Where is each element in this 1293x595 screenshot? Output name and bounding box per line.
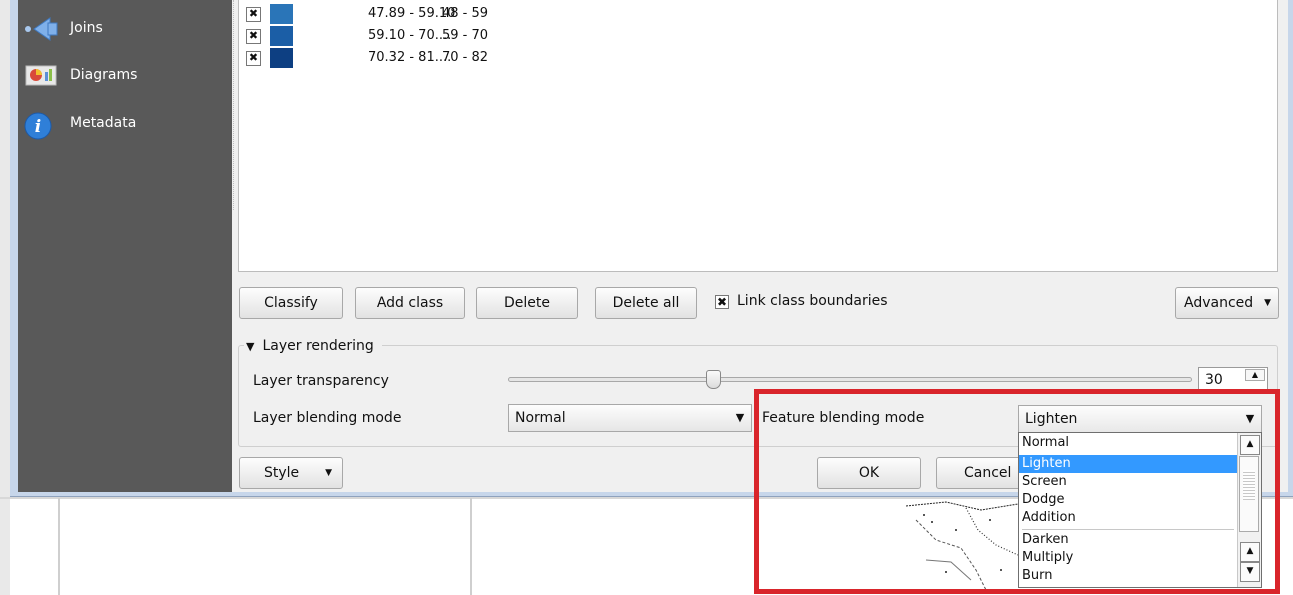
link-class-boundaries-checkbox[interactable]: ✖ [715, 295, 729, 309]
splitter-handle[interactable] [233, 0, 237, 210]
group-title-label: Layer rendering [262, 338, 374, 354]
panel-divider [58, 498, 60, 595]
dropdown-arrow-icon: ▼ [1264, 298, 1271, 308]
classify-button[interactable]: Classify [239, 287, 343, 319]
class-visibility-checkbox[interactable]: ✖ [246, 29, 261, 44]
layer-blending-value: Normal [515, 410, 566, 426]
sidebar-item-diagrams[interactable]: Diagrams [24, 60, 224, 94]
style-button[interactable]: Style ▼ [239, 457, 343, 489]
class-visibility-checkbox[interactable]: ✖ [246, 51, 261, 66]
sidebar-item-joins[interactable]: Joins [24, 13, 224, 47]
sidebar-item-label: Diagrams [70, 67, 138, 83]
collapse-triangle-icon: ▼ [246, 340, 255, 353]
dropdown-arrow-icon: ▼ [325, 468, 332, 478]
delete-button[interactable]: Delete [476, 287, 578, 319]
highlight-annotation-box [754, 389, 1280, 594]
diagrams-icon [24, 63, 58, 89]
link-class-boundaries-label: Link class boundaries [737, 293, 888, 309]
map-canvas-edge [0, 0, 10, 595]
spin-up-icon[interactable]: ▲ [1245, 369, 1265, 381]
add-class-button[interactable]: Add class [355, 287, 465, 319]
class-value-range: 70.32 - 81.... [368, 50, 452, 65]
class-color-swatch[interactable] [270, 26, 293, 46]
svg-text:i: i [35, 117, 41, 137]
transparency-slider[interactable] [508, 377, 1192, 382]
class-legend-label: 48 - 59 [442, 6, 489, 21]
delete-all-button[interactable]: Delete all [595, 287, 697, 319]
layer-rendering-header[interactable]: ▼ Layer rendering [244, 338, 382, 356]
layer-blending-label: Layer blending mode [253, 410, 402, 426]
class-color-swatch[interactable] [270, 4, 293, 24]
class-value-range: 59.10 - 70.... [368, 28, 452, 43]
class-row[interactable]: ✖ 70.32 - 81.... 70 - 82 [246, 48, 546, 68]
panel-divider [470, 498, 472, 595]
class-row[interactable]: ✖ 47.89 - 59.10 48 - 59 [246, 4, 546, 24]
transparency-value: 30 [1205, 372, 1223, 388]
layer-transparency-label: Layer transparency [253, 373, 389, 389]
joins-arrow-icon [24, 16, 58, 42]
sidebar-item-label: Metadata [70, 115, 137, 131]
info-icon: i [24, 111, 58, 140]
advanced-button[interactable]: Advanced ▼ [1175, 287, 1279, 319]
sidebar-item-label: Joins [70, 20, 103, 36]
class-color-swatch[interactable] [270, 48, 293, 68]
transparency-spinbox[interactable]: 30 ▲ [1198, 367, 1268, 391]
dropdown-arrow-icon: ▼ [735, 411, 745, 424]
class-visibility-checkbox[interactable]: ✖ [246, 7, 261, 22]
class-legend-label: 59 - 70 [442, 28, 489, 43]
class-legend-label: 70 - 82 [442, 50, 489, 65]
transparency-slider-handle[interactable] [706, 370, 721, 389]
class-row[interactable]: ✖ 59.10 - 70.... 59 - 70 [246, 26, 546, 46]
sidebar-item-metadata[interactable]: i Metadata [24, 108, 224, 142]
advanced-label: Advanced [1184, 295, 1254, 311]
layer-blending-combo[interactable]: Normal ▼ [508, 404, 752, 432]
style-label: Style [264, 465, 300, 481]
